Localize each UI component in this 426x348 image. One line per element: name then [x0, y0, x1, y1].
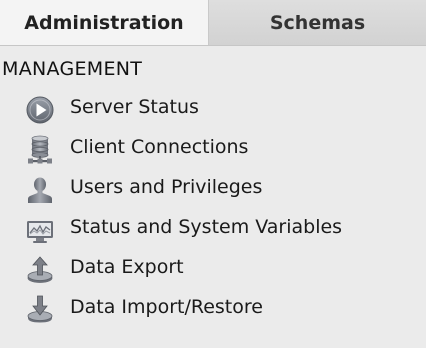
- menu-item-data-export[interactable]: Data Export: [0, 249, 426, 289]
- menu-item-data-import-restore[interactable]: Data Import/Restore: [0, 289, 426, 329]
- menu-item-label: Client Connections: [70, 136, 249, 158]
- menu-item-status-and-system-variables[interactable]: Status and System Variables: [0, 209, 426, 249]
- monitor-chart-icon: [25, 215, 55, 245]
- menu-item-server-status[interactable]: Server Status: [0, 89, 426, 129]
- menu-item-label: Status and System Variables: [70, 216, 343, 238]
- user-silhouette-icon: [25, 175, 55, 205]
- tab-schemas[interactable]: Schemas: [209, 0, 426, 45]
- play-circle-icon: [25, 95, 55, 125]
- database-network-icon: [25, 135, 55, 165]
- management-menu: Server Status Client Connections Users a…: [0, 89, 426, 329]
- menu-item-label: Users and Privileges: [70, 176, 263, 198]
- tab-administration[interactable]: Administration: [0, 0, 209, 45]
- menu-item-label: Data Import/Restore: [70, 296, 263, 318]
- import-download-icon: [25, 295, 55, 325]
- administration-panel: Administration Schemas MANAGEMENT Server…: [0, 0, 426, 348]
- menu-item-users-and-privileges[interactable]: Users and Privileges: [0, 169, 426, 209]
- menu-item-label: Data Export: [70, 256, 184, 278]
- menu-item-client-connections[interactable]: Client Connections: [0, 129, 426, 169]
- tab-bar: Administration Schemas: [0, 0, 426, 46]
- export-upload-icon: [25, 255, 55, 285]
- section-title-management: MANAGEMENT: [2, 58, 143, 80]
- menu-item-label: Server Status: [70, 96, 199, 118]
